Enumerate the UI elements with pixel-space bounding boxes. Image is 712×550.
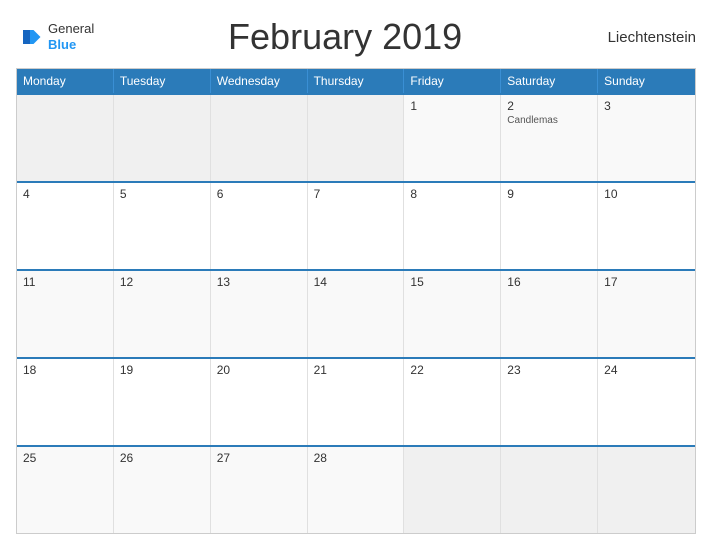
logo-text: General Blue [48, 21, 94, 52]
calendar-body: 12Candlemas34567891011121314151617181920… [17, 93, 695, 533]
cal-cell: 8 [404, 183, 501, 269]
cal-cell: 24 [598, 359, 695, 445]
week-row-3: 11 12 13 14 15 16 17 [17, 269, 695, 357]
logo-general: General [48, 21, 94, 37]
calendar: MondayTuesdayWednesdayThursdayFridaySatu… [16, 68, 696, 534]
day-number: 5 [120, 187, 204, 201]
cal-cell: 10 [598, 183, 695, 269]
cal-cell [114, 95, 211, 181]
day-event: Candlemas [507, 115, 591, 126]
cal-cell: 22 [404, 359, 501, 445]
cal-cell: 27 [211, 447, 308, 533]
day-of-week-tuesday: Tuesday [114, 69, 211, 93]
cal-cell: 6 [211, 183, 308, 269]
cal-cell: 13 [211, 271, 308, 357]
country-label: Liechtenstein [596, 29, 696, 46]
day-of-week-monday: Monday [17, 69, 114, 93]
day-number: 9 [507, 187, 591, 201]
day-number: 8 [410, 187, 494, 201]
day-number: 18 [23, 363, 107, 377]
cal-cell: 23 [501, 359, 598, 445]
day-of-week-saturday: Saturday [501, 69, 598, 93]
day-number: 16 [507, 275, 591, 289]
calendar-header: MondayTuesdayWednesdayThursdayFridaySatu… [17, 69, 695, 93]
day-number: 19 [120, 363, 204, 377]
day-number: 24 [604, 363, 689, 377]
cal-cell: 11 [17, 271, 114, 357]
day-number: 14 [314, 275, 398, 289]
day-number: 4 [23, 187, 107, 201]
cal-cell: 14 [308, 271, 405, 357]
day-number: 28 [314, 451, 398, 465]
cal-cell: 17 [598, 271, 695, 357]
header: General Blue February 2019 Liechtenstein [16, 16, 696, 58]
day-number: 20 [217, 363, 301, 377]
cal-cell [404, 447, 501, 533]
cal-cell: 7 [308, 183, 405, 269]
week-row-5: 25 26 27 28 [17, 445, 695, 533]
cal-cell [501, 447, 598, 533]
day-number: 7 [314, 187, 398, 201]
day-number: 27 [217, 451, 301, 465]
day-of-week-friday: Friday [404, 69, 501, 93]
cal-cell: 18 [17, 359, 114, 445]
day-number: 21 [314, 363, 398, 377]
page: General Blue February 2019 Liechtenstein… [0, 0, 712, 550]
cal-cell: 12 [114, 271, 211, 357]
cal-cell: 16 [501, 271, 598, 357]
cal-cell: 25 [17, 447, 114, 533]
logo: General Blue [16, 21, 94, 52]
week-row-2: 456789 10 [17, 181, 695, 269]
day-of-week-wednesday: Wednesday [211, 69, 308, 93]
logo-blue: Blue [48, 37, 94, 53]
day-number: 23 [507, 363, 591, 377]
day-number: 13 [217, 275, 301, 289]
cal-cell [211, 95, 308, 181]
cal-cell: 2 Candlemas [501, 95, 598, 181]
cal-cell: 1 [404, 95, 501, 181]
cal-cell: 3 [598, 95, 695, 181]
day-number: 6 [217, 187, 301, 201]
cal-cell: 19 [114, 359, 211, 445]
cal-cell: 28 [308, 447, 405, 533]
cal-cell: 20 [211, 359, 308, 445]
day-number: 3 [604, 99, 689, 113]
week-row-1: 12 Candlemas 3 [17, 93, 695, 181]
day-number: 25 [23, 451, 107, 465]
week-row-4: 18 19 20 21 22 23 24 [17, 357, 695, 445]
day-number: 1 [410, 99, 494, 113]
day-number: 22 [410, 363, 494, 377]
cal-cell: 9 [501, 183, 598, 269]
day-number: 12 [120, 275, 204, 289]
cal-cell: 26 [114, 447, 211, 533]
cal-cell [598, 447, 695, 533]
day-of-week-sunday: Sunday [598, 69, 695, 93]
day-number: 26 [120, 451, 204, 465]
day-number: 10 [604, 187, 689, 201]
month-title: February 2019 [94, 16, 596, 58]
cal-cell: 4 [17, 183, 114, 269]
day-number: 17 [604, 275, 689, 289]
cal-cell [17, 95, 114, 181]
cal-cell [308, 95, 405, 181]
day-number: 15 [410, 275, 494, 289]
cal-cell: 5 [114, 183, 211, 269]
logo-icon [16, 23, 44, 51]
day-number: 2 [507, 99, 591, 113]
cal-cell: 15 [404, 271, 501, 357]
day-number: 11 [23, 275, 107, 289]
cal-cell: 21 [308, 359, 405, 445]
day-of-week-thursday: Thursday [308, 69, 405, 93]
